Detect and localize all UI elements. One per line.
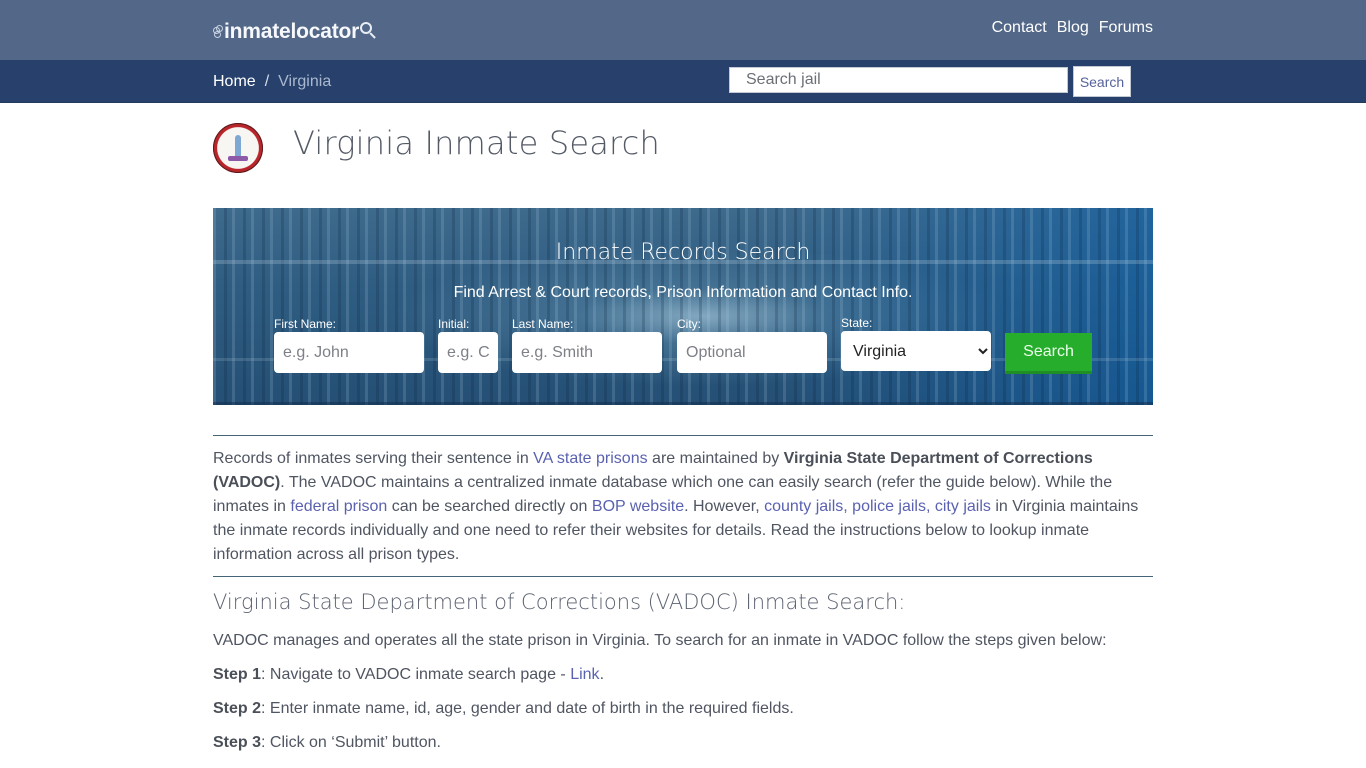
handcuffs-icon bbox=[213, 25, 223, 39]
first-name-group: First Name: bbox=[274, 316, 424, 373]
initial-group: Initial: bbox=[438, 316, 498, 373]
state-label: State: bbox=[841, 316, 873, 330]
breadcrumb-separator: / bbox=[264, 73, 270, 90]
step-3-text: : Click on ‘Submit’ button. bbox=[261, 734, 441, 751]
step-1: Step 1: Navigate to VADOC inmate search … bbox=[213, 666, 604, 684]
breadcrumb-current: Virginia bbox=[278, 73, 332, 90]
step-1-text: : Navigate to VADOC inmate search page - bbox=[261, 666, 571, 683]
link-bop-website[interactable]: BOP website bbox=[592, 498, 684, 515]
city-input[interactable] bbox=[677, 332, 827, 373]
seal-figure bbox=[235, 135, 241, 157]
step-3-label: Step 3 bbox=[213, 734, 262, 751]
virginia-seal-icon bbox=[213, 123, 263, 173]
breadcrumb-bar: Home / Virginia bbox=[0, 60, 1366, 103]
search-panel-heading: Inmate Records Search bbox=[555, 240, 811, 265]
last-name-group: Last Name: bbox=[512, 316, 662, 373]
initial-label: Initial: bbox=[438, 317, 470, 331]
link-va-state-prisons[interactable]: VA state prisons bbox=[533, 450, 647, 467]
magnifier-icon bbox=[360, 22, 376, 39]
vadoc-search-link[interactable]: Link bbox=[570, 666, 599, 683]
top-header: inmatelocator Contact Blog Forums bbox=[0, 0, 1366, 60]
initial-input[interactable] bbox=[438, 332, 498, 373]
search-panel-tagline: Find Arrest & Court records, Prison Info… bbox=[453, 284, 913, 301]
vadoc-description: VADOC manages and operates all the state… bbox=[213, 632, 1107, 649]
site-logo[interactable]: inmatelocator bbox=[213, 19, 376, 45]
vadoc-section-title: Virginia State Department of Corrections… bbox=[213, 590, 906, 614]
page-title: Virginia Inmate Search bbox=[293, 124, 660, 162]
step-2-label: Step 2 bbox=[213, 700, 262, 717]
state-group: State: Virginia bbox=[841, 315, 991, 371]
step-2: Step 2: Enter inmate name, id, age, gend… bbox=[213, 700, 794, 718]
seal-base bbox=[228, 156, 248, 161]
step-1-after: . bbox=[599, 666, 605, 683]
first-name-input[interactable] bbox=[274, 332, 424, 373]
state-select[interactable]: Virginia bbox=[841, 331, 991, 371]
city-group: City: bbox=[677, 316, 827, 373]
intro-text: . However, bbox=[684, 498, 765, 515]
breadcrumb-home[interactable]: Home bbox=[213, 73, 256, 91]
top-nav: Contact Blog Forums bbox=[992, 19, 1153, 37]
prison-bars-background bbox=[213, 208, 1153, 405]
link-local-jails[interactable]: county jails, police jails, city jails bbox=[764, 498, 991, 515]
link-federal-prison[interactable]: federal prison bbox=[290, 498, 387, 515]
intro-text: can be searched directly on bbox=[387, 498, 592, 515]
last-name-input[interactable] bbox=[512, 332, 662, 373]
nav-forums[interactable]: Forums bbox=[1099, 19, 1153, 37]
last-name-label: Last Name: bbox=[512, 317, 574, 331]
nav-blog[interactable]: Blog bbox=[1057, 19, 1089, 37]
panel-bottom-edge bbox=[213, 402, 1153, 405]
breadcrumb: Home / Virginia bbox=[213, 73, 331, 91]
jail-search-button[interactable]: Search bbox=[1073, 66, 1131, 97]
city-label: City: bbox=[677, 317, 701, 331]
inmate-search-button[interactable]: Search bbox=[1005, 333, 1092, 374]
divider-top bbox=[213, 435, 1153, 436]
nav-contact[interactable]: Contact bbox=[992, 19, 1047, 37]
first-name-label: First Name: bbox=[274, 317, 337, 331]
step-2-text: : Enter inmate name, id, age, gender and… bbox=[261, 700, 794, 717]
inmate-records-search-panel: Inmate Records Search Find Arrest & Cour… bbox=[213, 208, 1153, 405]
step-3: Step 3: Click on ‘Submit’ button. bbox=[213, 734, 441, 752]
jail-search-input[interactable] bbox=[729, 67, 1068, 93]
intro-text: Records of inmates serving their sentenc… bbox=[213, 450, 534, 467]
step-1-label: Step 1 bbox=[213, 666, 262, 683]
intro-paragraph: Records of inmates serving their sentenc… bbox=[213, 447, 1155, 567]
logo-text: inmatelocator bbox=[224, 20, 360, 43]
divider-bottom bbox=[213, 576, 1153, 577]
intro-text: are maintained by bbox=[647, 450, 784, 467]
